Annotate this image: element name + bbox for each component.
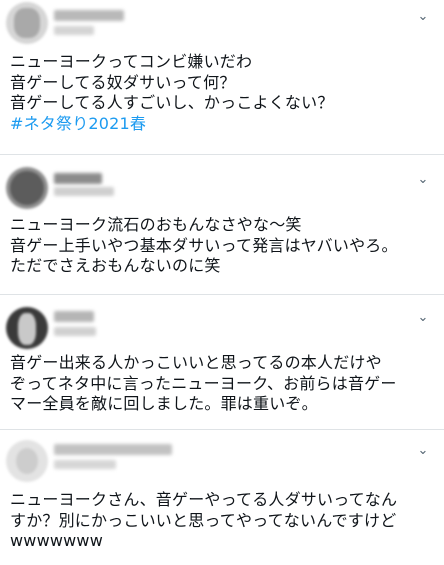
avatar[interactable] (6, 2, 48, 44)
tweet-text: ニューヨーク流石のおもんなさやな～笑 音ゲー上手いやつ基本ダサいって発言はヤバい… (10, 215, 440, 277)
tweet-line: ニューヨーク流石のおもんなさやな～笑 (10, 215, 302, 234)
avatar[interactable] (6, 307, 48, 349)
tweet-line: すか？別にかっこいいと思ってやってないんですけど (10, 510, 397, 530)
handle-redacted (54, 26, 94, 35)
handle-redacted (54, 327, 96, 336)
chevron-down-icon[interactable]: ⌄ (412, 444, 434, 458)
hashtag-link[interactable]: #ネタ祭り2021春 (10, 114, 440, 135)
tweet-text: ニューヨークってコンビ嫌いだわ 音ゲーしてる奴ダサいって何？ 音ゲーしてる人すご… (10, 52, 440, 134)
tweet-2[interactable]: ⌄ ニューヨーク流石のおもんなさやな～笑 音ゲー上手いやつ基本ダサいって発言はヤ… (0, 155, 444, 295)
chevron-down-icon[interactable]: ⌄ (412, 311, 434, 325)
tweet-line: マー全員を敵に回しました。罪は重いぞ。 (10, 394, 318, 413)
handle-redacted (54, 187, 114, 196)
tweet-line: ニューヨークってコンビ嫌いだわ (10, 52, 253, 71)
tweet-text: ニューヨークさん、音ゲーやってる人ダサいってなん すか？別にかっこいいと思ってや… (10, 490, 440, 552)
handle-redacted (54, 460, 116, 469)
tweet-line: wwwwwww (10, 531, 104, 550)
avatar[interactable] (6, 440, 48, 482)
tweet-line: ぞってネタ中に言ったニューヨーク、お前らは音ゲー (10, 373, 397, 393)
avatar[interactable] (6, 167, 48, 209)
tweet-line: ただでさえおもんないのに笑 (10, 256, 221, 275)
tweet-line: 音ゲーしてる奴ダサいって何？ (10, 72, 236, 92)
tweet-line: 音ゲーしてる人すごいし、かっこよくない？ (10, 93, 334, 112)
tweet-text: 音ゲー出来る人かっこいいと思ってるの本人だけや ぞってネタ中に言ったニューヨーク… (10, 353, 440, 415)
tweet-4[interactable]: ⌄ ニューヨークさん、音ゲーやってる人ダサいってなん すか？別にかっこいいと思っ… (0, 430, 444, 565)
tweet-line: 音ゲー上手いやつ基本ダサいって発言はヤバいやろ。 (10, 235, 398, 255)
chevron-down-icon[interactable]: ⌄ (412, 173, 434, 187)
tweet-line: ニューヨークさん、音ゲーやってる人ダサいってなん (10, 490, 398, 509)
display-name-redacted[interactable] (54, 173, 102, 184)
display-name-redacted[interactable] (54, 311, 94, 322)
chevron-down-icon[interactable]: ⌄ (412, 10, 434, 24)
tweet-3[interactable]: ⌄ 音ゲー出来る人かっこいいと思ってるの本人だけや ぞってネタ中に言ったニューヨ… (0, 295, 444, 430)
tweet-1[interactable]: ⌄ ニューヨークってコンビ嫌いだわ 音ゲーしてる奴ダサいって何？ 音ゲーしてる人… (0, 0, 444, 155)
display-name-redacted[interactable] (54, 444, 172, 455)
display-name-redacted[interactable] (54, 10, 124, 21)
tweet-line: 音ゲー出来る人かっこいいと思ってるの本人だけや (10, 353, 382, 372)
